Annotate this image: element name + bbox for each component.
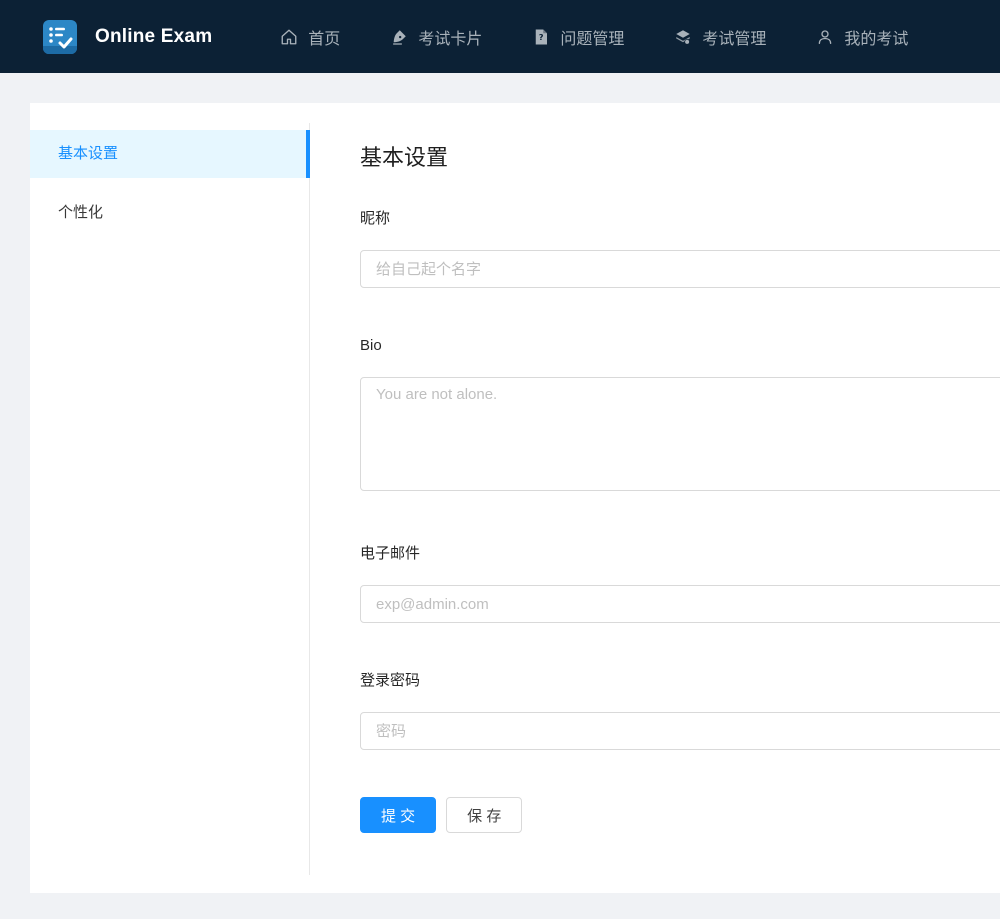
main-menu: 首页 考试卡片 ? 问题管理 考试管理 我的考试 <box>280 25 958 49</box>
active-indicator-bar <box>306 130 310 178</box>
user-icon <box>816 28 834 46</box>
home-icon <box>280 28 298 46</box>
nav-item-home[interactable]: 首页 <box>280 25 340 49</box>
top-navigation-bar: Online Exam 首页 考试卡片 ? 问题管理 考试管理 我的考试 <box>0 0 1000 73</box>
svg-text:?: ? <box>539 32 544 42</box>
sidebar-item-label: 基本设置 <box>58 145 119 162</box>
exam-checklist-icon <box>42 19 78 55</box>
email-label: 电子邮件 <box>360 545 421 562</box>
settings-card: 基本设置 个性化 基本设置 昵称 Bio 电子邮件 登录密码 <box>30 103 1000 893</box>
sidebar-item-basic-settings[interactable]: 基本设置 <box>30 130 310 178</box>
nav-item-my-exams[interactable]: 我的考试 <box>816 25 908 49</box>
nav-item-exam-management[interactable]: 考试管理 <box>674 25 766 49</box>
page-title: 基本设置 <box>360 145 449 170</box>
password-field-group: 登录密码 <box>360 670 1000 750</box>
nav-item-question-management[interactable]: ? 问题管理 <box>532 25 624 49</box>
form-actions: 提 交 保 存 <box>360 797 1000 833</box>
bio-label: Bio <box>360 337 382 354</box>
sidebar-item-personalization[interactable]: 个性化 <box>30 189 309 237</box>
settings-sidebar: 基本设置 个性化 <box>30 123 310 875</box>
nav-item-label: 考试管理 <box>702 30 767 48</box>
bio-textarea[interactable] <box>360 377 1000 491</box>
question-file-icon: ? <box>532 28 550 46</box>
settings-content: 基本设置 昵称 Bio 电子邮件 登录密码 提 交 保 存 <box>310 123 1000 875</box>
email-input[interactable] <box>360 585 1000 623</box>
nav-item-exam-cards[interactable]: 考试卡片 <box>390 25 482 49</box>
nav-item-label: 我的考试 <box>844 30 909 48</box>
nickname-field-group: 昵称 <box>360 208 1000 288</box>
brand-title: Online Exam <box>95 25 213 47</box>
nickname-label: 昵称 <box>360 210 391 227</box>
password-label: 登录密码 <box>360 672 421 689</box>
save-button[interactable]: 保 存 <box>446 797 523 833</box>
layers-icon <box>674 28 692 46</box>
pen-icon <box>390 28 408 46</box>
email-field-group: 电子邮件 <box>360 543 1000 623</box>
submit-button[interactable]: 提 交 <box>360 797 437 833</box>
nav-item-label: 问题管理 <box>560 30 625 48</box>
brand[interactable]: Online Exam <box>42 19 212 55</box>
password-input[interactable] <box>360 712 1000 750</box>
nav-item-label: 首页 <box>308 30 341 48</box>
bio-field-group: Bio <box>360 335 1000 496</box>
nickname-input[interactable] <box>360 250 1000 288</box>
nav-item-label: 考试卡片 <box>418 30 483 48</box>
sidebar-item-label: 个性化 <box>58 204 104 221</box>
